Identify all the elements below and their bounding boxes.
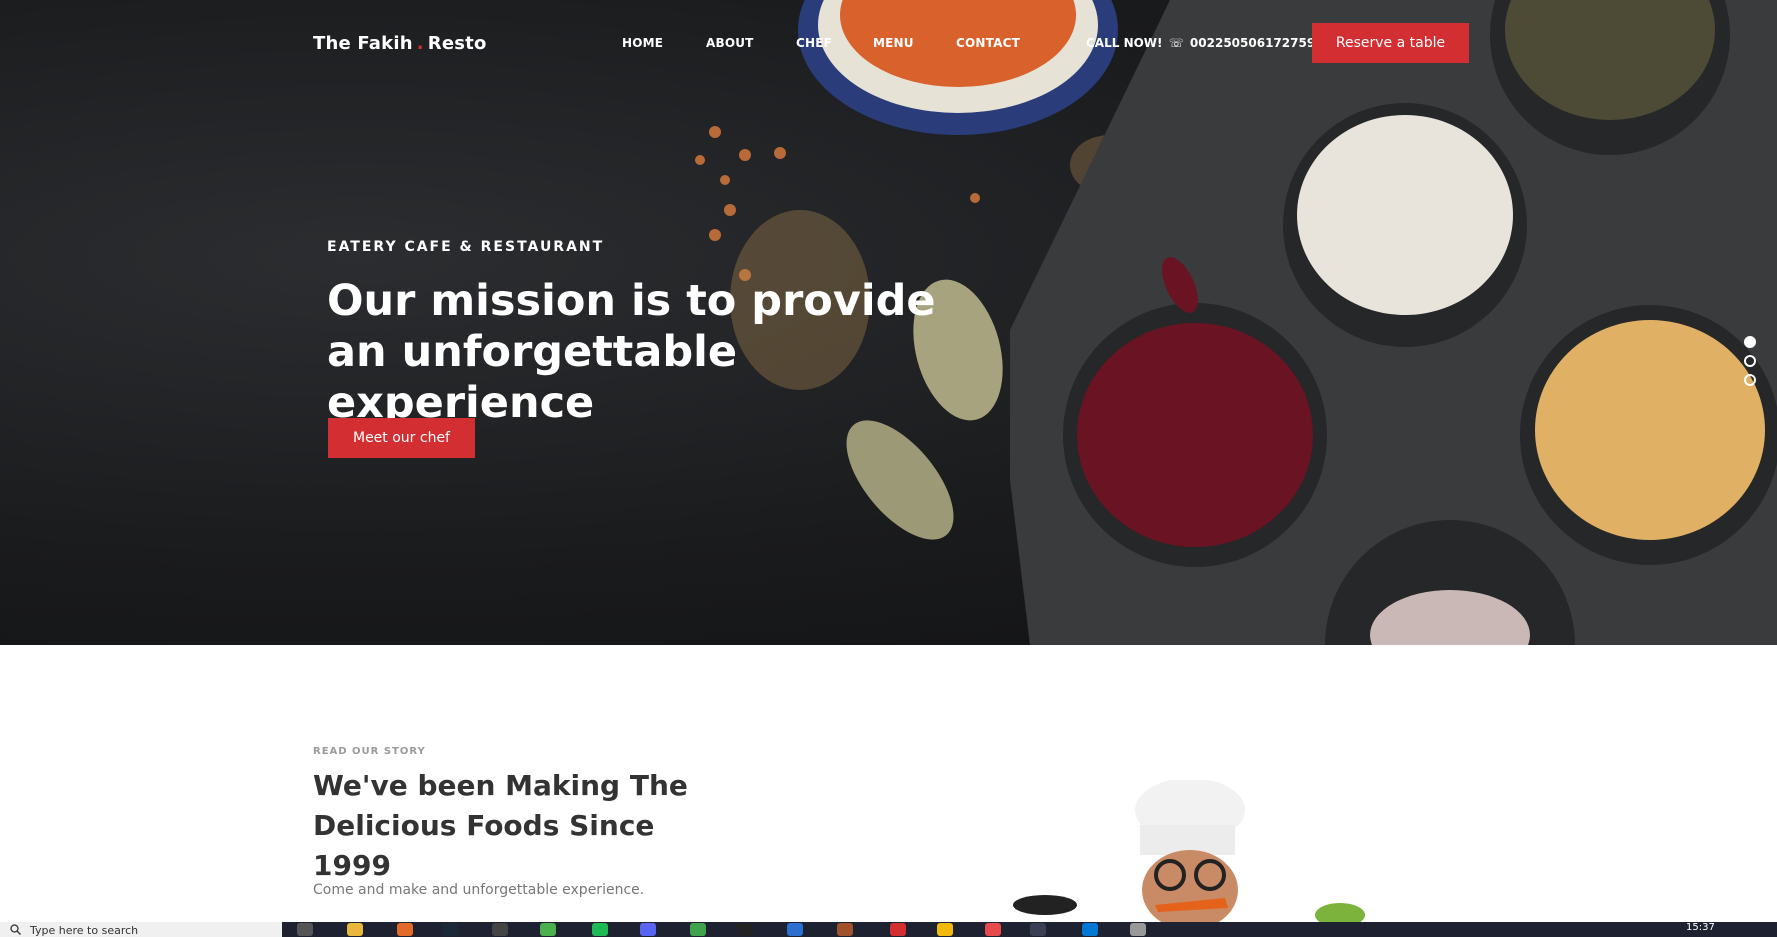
- discord-icon[interactable]: [640, 923, 656, 936]
- steam-icon[interactable]: [442, 923, 458, 936]
- binance-icon[interactable]: [937, 923, 953, 936]
- call-label: CALL NOW!: [1086, 36, 1163, 50]
- slider-dot-3[interactable]: [1744, 374, 1756, 386]
- slider-dot-1[interactable]: [1744, 336, 1756, 348]
- reserve-table-button[interactable]: Reserve a table: [1312, 23, 1469, 63]
- vscode-icon[interactable]: [1082, 923, 1098, 936]
- opera-icon[interactable]: [890, 923, 906, 936]
- slider-dot-2[interactable]: [1744, 355, 1756, 367]
- brand-logo[interactable]: The Fakih. Resto: [313, 33, 487, 54]
- call-now[interactable]: CALL NOW! ☏ 002250506172759: [1086, 36, 1315, 50]
- app-icon[interactable]: [985, 923, 1001, 936]
- brand-name-left: The Fakih: [313, 33, 413, 54]
- nav-menu[interactable]: MENU: [873, 36, 914, 50]
- nav-about[interactable]: ABOUT: [706, 36, 754, 50]
- nav-contact[interactable]: CONTACT: [956, 36, 1020, 50]
- file-explorer-icon[interactable]: [347, 923, 363, 936]
- taskbar-search[interactable]: Type here to search: [0, 922, 282, 937]
- photoshop-icon[interactable]: [787, 923, 803, 936]
- phone-icon: ☏: [1168, 36, 1184, 50]
- hero-headline: Our mission is to provide an unforgettab…: [327, 276, 936, 428]
- chef-image: [1013, 780, 1365, 925]
- hero-section: The Fakih. Resto HOME ABOUT CHEF MENU CON…: [0, 0, 1777, 645]
- hero-eyebrow: EATERY CAFE & RESTAURANT: [327, 239, 605, 255]
- app-icon[interactable]: [1130, 923, 1146, 936]
- nav-chef[interactable]: CHEF: [796, 36, 832, 50]
- phone-number: 002250506172759: [1189, 36, 1316, 50]
- spotify-icon[interactable]: [592, 923, 608, 936]
- story-text: Come and make and unforgettable experien…: [313, 882, 645, 898]
- search-icon: [10, 924, 21, 935]
- app-icon[interactable]: [690, 923, 706, 936]
- story-eyebrow: READ OUR STORY: [313, 746, 426, 757]
- app-icon[interactable]: [1030, 923, 1046, 936]
- nav-home[interactable]: HOME: [622, 36, 663, 50]
- brand-dot: .: [416, 33, 424, 54]
- firefox-icon[interactable]: [397, 923, 413, 936]
- brand-name-right: Resto: [427, 33, 487, 54]
- chrome-icon[interactable]: [540, 923, 556, 936]
- taskbar-clock[interactable]: 15:37: [1686, 922, 1715, 933]
- epic-games-icon[interactable]: [737, 923, 753, 936]
- task-view-icon[interactable]: [297, 923, 313, 936]
- windows-taskbar: Type here to search 15:37: [0, 922, 1777, 937]
- search-placeholder: Type here to search: [30, 924, 139, 937]
- terminal-icon[interactable]: [492, 923, 508, 936]
- slider-dots: [1744, 336, 1756, 393]
- meet-chef-button[interactable]: Meet our chef: [328, 418, 475, 458]
- game-icon[interactable]: [837, 923, 853, 936]
- story-title: We've been Making The Delicious Foods Si…: [313, 769, 688, 882]
